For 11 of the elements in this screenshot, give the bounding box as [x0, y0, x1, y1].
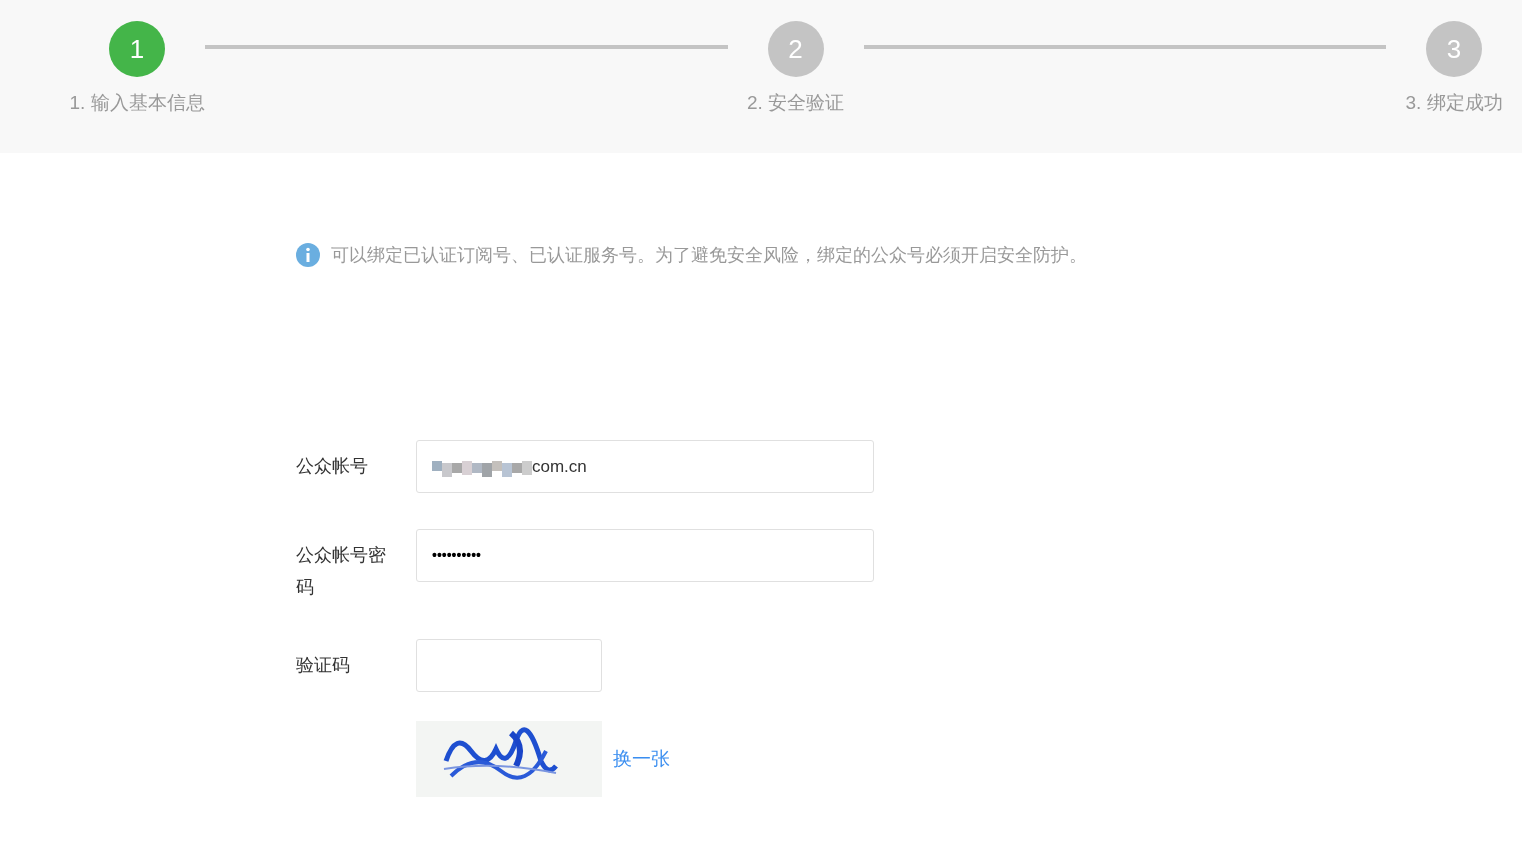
info-icon [296, 243, 320, 267]
field-label: 公众帐号 [296, 455, 369, 478]
step-label: 2. 安全验证 [746, 91, 845, 115]
account-field[interactable]: com.cn [416, 440, 874, 493]
step-label: 3. 绑定成功 [1405, 91, 1503, 115]
field-label: 验证码 [296, 654, 351, 677]
notice-text: 可以绑定已认证订阅号、已认证服务号。为了避免安全风险，绑定的公众号必须开启安全防护。 [331, 243, 1087, 267]
field-label: 公众帐号密码 [296, 544, 387, 599]
step-label: 1. 输入基本信息 [69, 91, 205, 115]
password-field[interactable]: •••••••••• [416, 529, 874, 582]
captcha-field[interactable] [416, 639, 602, 692]
